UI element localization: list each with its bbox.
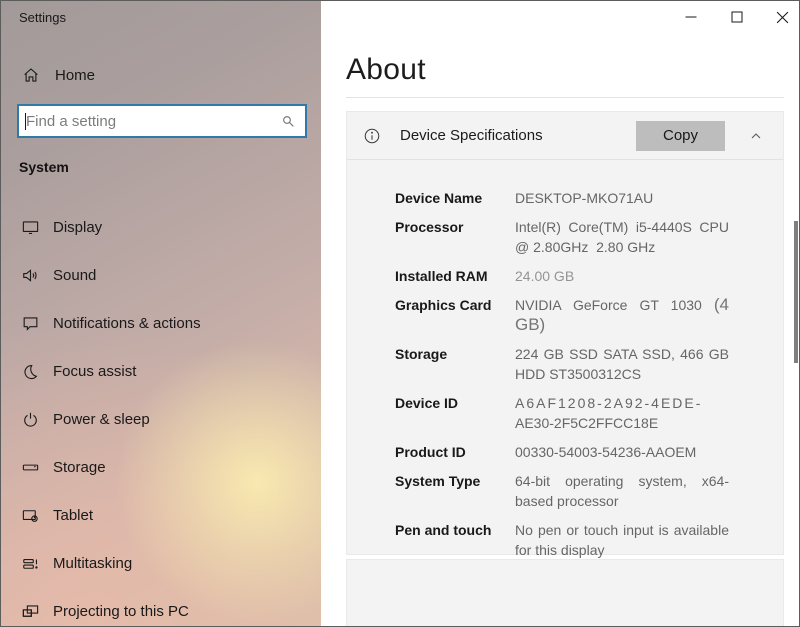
- spec-label: Installed RAM: [395, 268, 488, 284]
- app-title: Settings: [19, 10, 66, 25]
- tablet-icon: [21, 506, 40, 525]
- sidebar-item-label: Storage: [53, 458, 106, 476]
- search-input[interactable]: [19, 112, 280, 130]
- sidebar-item-label: Notifications & actions: [53, 314, 201, 332]
- spec-row: Storage 224 GB SSD SATA SSD, 466 GB HDD S…: [395, 344, 783, 384]
- spec-value: 64-bit operating system, x64-based proce…: [515, 473, 729, 509]
- spec-value: 224 GB SSD SATA SSD, 466 GB HDD ST350031…: [515, 346, 733, 382]
- sidebar-item-label: Tablet: [53, 506, 94, 524]
- spec-label: Device ID: [395, 395, 459, 411]
- spec-label: Device Name: [395, 190, 483, 206]
- spec-row: Device Name DESKTOP-MKO71AU: [395, 188, 783, 208]
- multitasking-icon: [21, 554, 40, 573]
- spec-label: Processor: [395, 219, 464, 235]
- sidebar-item-tablet[interactable]: Tablet: [1, 491, 321, 539]
- sidebar-section-title: System: [19, 159, 69, 175]
- sidebar-item-label: Power & sleep: [53, 410, 150, 428]
- settings-window: Settings Home System Display Sound Notific…: [0, 0, 800, 627]
- storage-icon: [21, 458, 40, 477]
- spec-label: System Type: [395, 473, 481, 489]
- sidebar: Settings Home System Display Sound Notific…: [1, 1, 321, 626]
- sidebar-item-home[interactable]: Home: [1, 60, 321, 90]
- device-specifications-body: Device Name DESKTOP-MKO71AU Processor Intel…: [347, 160, 783, 560]
- sidebar-item-multitasking[interactable]: Multitasking: [1, 539, 321, 587]
- spec-row: Graphics Card NVIDIA GeForce GT 1030 (4 G…: [395, 295, 783, 335]
- projecting-icon: [21, 602, 40, 621]
- spec-row: Installed RAM 24.00 GB: [395, 266, 783, 286]
- sidebar-item-label: Focus assist: [53, 362, 137, 380]
- power-icon: [21, 410, 40, 429]
- spec-value-suffix: (4 GB): [515, 295, 734, 334]
- sidebar-item-focus-assist[interactable]: Focus assist: [1, 347, 321, 395]
- spec-row: Pen and touch No pen or touch input is av…: [395, 520, 783, 560]
- spec-row: Device ID A6AF1208-2A92-4EDE-AE30-2F5C2FF…: [395, 393, 783, 433]
- spec-value: NVIDIA GeForce GT 1030 (4 GB): [515, 295, 734, 334]
- spec-value: Intel(R) Core(TM) i5-4440S CPU @ 2.80GHz…: [515, 219, 733, 255]
- sidebar-item-power-sleep[interactable]: Power & sleep: [1, 395, 321, 443]
- maximize-icon[interactable]: [730, 10, 743, 24]
- home-icon: [21, 66, 40, 85]
- chevron-up-icon[interactable]: [748, 128, 764, 144]
- spec-value: 00330-54003-54236-AAOEM: [515, 444, 697, 460]
- sidebar-item-sound[interactable]: Sound: [1, 251, 321, 299]
- spec-label: Product ID: [395, 444, 466, 460]
- sidebar-item-label: Projecting to this PC: [53, 602, 189, 620]
- sidebar-item-label: Multitasking: [53, 554, 133, 572]
- spec-value: 24.00 GB: [515, 268, 575, 284]
- sidebar-item-label: Display: [53, 218, 103, 236]
- display-icon: [21, 218, 40, 237]
- sidebar-item-display[interactable]: Display: [1, 203, 321, 251]
- spec-value: DESKTOP-MKO71AU: [515, 190, 654, 206]
- spec-row: Product ID 00330-54003-54236-AAOEM: [395, 442, 783, 462]
- window-controls: [684, 10, 789, 24]
- sound-icon: [21, 266, 40, 285]
- page-title: About: [346, 53, 426, 86]
- notifications-icon: [21, 314, 40, 333]
- search-icon[interactable]: [280, 113, 305, 129]
- minimize-icon[interactable]: [684, 10, 697, 24]
- sidebar-item-notifications-actions[interactable]: Notifications & actions: [1, 299, 321, 347]
- info-icon: [363, 127, 381, 145]
- vertical-scrollbar[interactable]: [794, 221, 798, 363]
- sidebar-item-storage[interactable]: Storage: [1, 443, 321, 491]
- focus-assist-icon: [21, 362, 40, 381]
- search-box: [17, 104, 307, 138]
- spec-row: System Type 64-bit operating system, x64-…: [395, 471, 783, 511]
- sidebar-item-label: Home: [55, 66, 96, 84]
- text-cursor: [25, 113, 26, 130]
- main-content: About Device Specifications Copy Device …: [321, 1, 799, 626]
- spec-label: Pen and touch: [395, 522, 492, 538]
- close-icon[interactable]: [776, 10, 789, 24]
- spec-row: Processor Intel(R) Core(TM) i5-4440S CPU …: [395, 217, 783, 257]
- next-section-card: [346, 559, 784, 626]
- card-title: Device Specifications: [400, 127, 543, 144]
- spec-value: A6AF1208-2A92-4EDE-AE30-2F5C2FFCC18E: [515, 395, 703, 431]
- copy-button[interactable]: Copy: [636, 120, 725, 151]
- spec-label: Graphics Card: [395, 297, 492, 313]
- spec-value: No pen or touch input is available for t…: [515, 522, 733, 558]
- spec-label: Storage: [395, 346, 448, 362]
- sidebar-item-label: Sound: [53, 266, 97, 284]
- device-specifications-header: Device Specifications Copy: [347, 112, 783, 160]
- sidebar-item-projecting-to-this-pc[interactable]: Projecting to this PC: [1, 587, 321, 626]
- title-divider: [346, 97, 784, 98]
- sidebar-nav: Display Sound Notifications & actions Focus…: [1, 203, 321, 626]
- device-specifications-card: Device Specifications Copy Device Name DE…: [346, 111, 784, 558]
